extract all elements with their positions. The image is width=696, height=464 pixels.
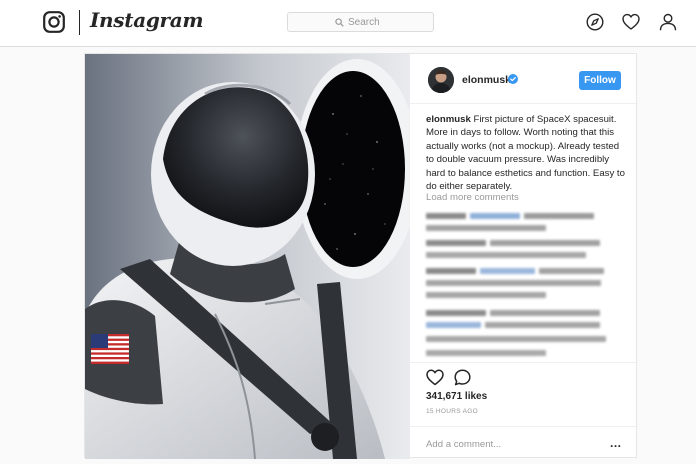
blurred-comment-line	[426, 252, 586, 258]
blurred-comment-line	[470, 213, 520, 219]
caption-text: First picture of SpaceX spacesuit. More …	[426, 114, 625, 193]
blurred-comment-line	[426, 240, 486, 246]
likes-count[interactable]: 341,671 likes	[426, 391, 487, 402]
like-heart-icon[interactable]	[426, 369, 444, 386]
search-icon	[335, 17, 344, 27]
more-options-button[interactable]: ...	[610, 436, 622, 450]
blurred-comment-line	[426, 310, 486, 316]
search-box[interactable]	[287, 12, 434, 32]
blurred-comment-line	[426, 225, 546, 231]
post-caption: elonmusk First picture of SpaceX spacesu…	[426, 113, 626, 193]
blurred-comment-line	[426, 322, 481, 328]
post-photo[interactable]	[85, 54, 410, 459]
search-input[interactable]	[348, 16, 386, 28]
follow-button[interactable]: Follow	[579, 71, 621, 90]
blurred-comment-line	[539, 268, 604, 274]
blurred-comment-line	[426, 280, 601, 286]
top-navbar: Instagram	[0, 0, 696, 47]
avatar[interactable]	[428, 67, 454, 93]
actions-divider	[410, 362, 638, 363]
profile-photo-icon	[428, 67, 454, 93]
blurred-comment-line	[490, 310, 600, 316]
blurred-comment-line	[480, 268, 535, 274]
blurred-comment-line	[426, 336, 606, 342]
post-header: elonmusk Follow	[410, 54, 638, 104]
blurred-comment-line	[490, 240, 600, 246]
caption-username[interactable]: elonmusk	[426, 114, 471, 125]
post-timestamp: 15 HOURS AGO	[426, 408, 479, 415]
blurred-comment-line	[426, 292, 546, 298]
post-sidebar: elonmusk Follow elonmusk First picture o…	[410, 54, 638, 459]
blurred-comment-line	[485, 322, 600, 328]
blurred-comment-line	[426, 350, 546, 356]
blurred-comment-line	[426, 213, 466, 219]
activity-heart-icon[interactable]	[622, 13, 640, 31]
profile-person-icon[interactable]	[659, 13, 677, 31]
comment-bubble-icon[interactable]	[454, 369, 471, 386]
logo-divider	[79, 10, 80, 35]
add-comment-bar: ...	[410, 426, 638, 459]
blurred-comment-line	[524, 213, 594, 219]
instagram-wordmark[interactable]: Instagram	[90, 8, 204, 32]
blurred-comment-line	[426, 268, 476, 274]
verified-badge-icon	[508, 74, 518, 84]
post-card: elonmusk Follow elonmusk First picture o…	[84, 53, 638, 459]
post-username[interactable]: elonmusk	[462, 74, 511, 86]
instagram-camera-icon[interactable]	[43, 11, 65, 33]
spacesuit-photo-image	[85, 54, 410, 459]
explore-compass-icon[interactable]	[586, 13, 604, 31]
load-more-comments-link[interactable]: Load more comments	[426, 192, 519, 203]
add-comment-input[interactable]	[426, 436, 596, 452]
